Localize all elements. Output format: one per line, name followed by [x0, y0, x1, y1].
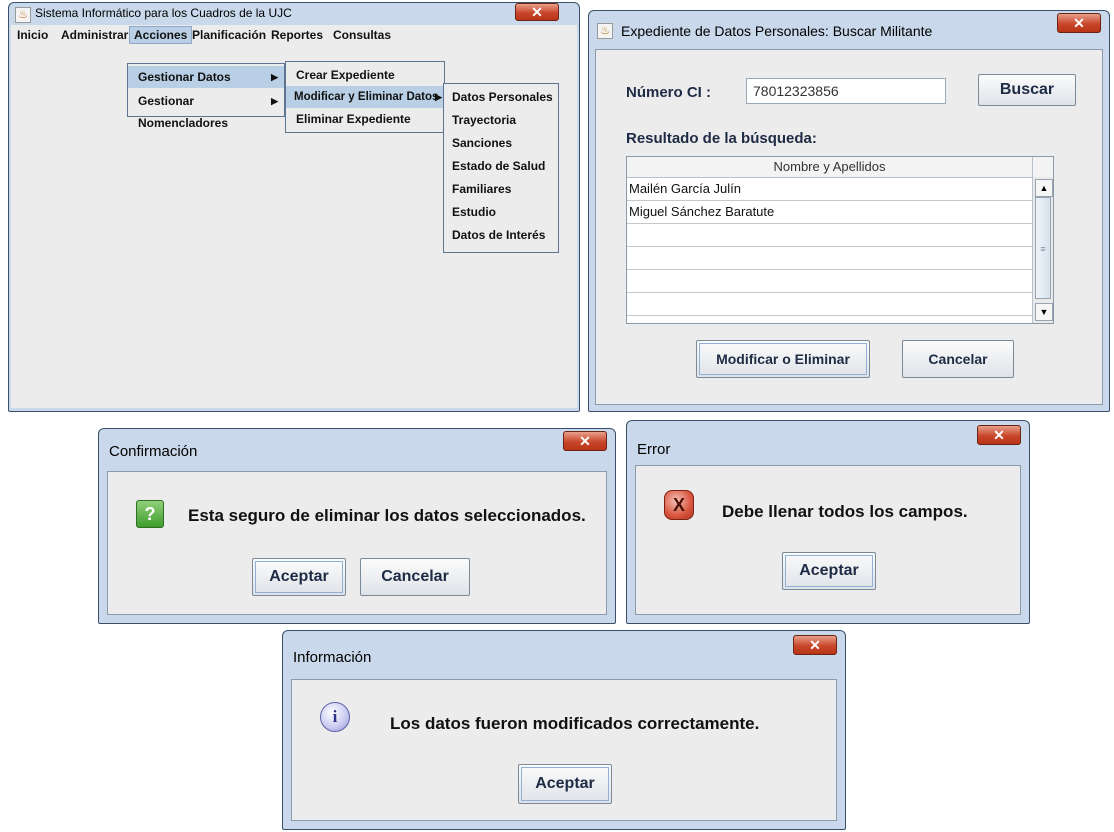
- menu-reportes[interactable]: Reportes: [267, 27, 327, 43]
- close-icon: ✕: [579, 433, 591, 449]
- cancel-button[interactable]: Cancelar: [360, 558, 470, 596]
- ci-input[interactable]: [746, 78, 946, 104]
- gestionar-datos-menu: Crear Expediente Modificar y Eliminar Da…: [285, 61, 445, 133]
- question-icon: ?: [136, 500, 164, 528]
- menu-item-estado-salud[interactable]: Estado de Salud: [444, 155, 558, 177]
- search-window-title: Expediente de Datos Personales: Buscar M…: [621, 23, 933, 39]
- menu-item-gestionar-datos[interactable]: Gestionar Datos ▶: [128, 66, 284, 88]
- close-icon: ✕: [809, 637, 821, 653]
- vertical-scrollbar[interactable]: ▲ ≡ ▼: [1032, 177, 1053, 323]
- close-icon: ✕: [531, 4, 543, 20]
- scroll-thumb[interactable]: ≡: [1035, 197, 1051, 299]
- menu-item-label: Eliminar Expediente: [296, 112, 411, 126]
- accept-button[interactable]: Aceptar: [518, 764, 612, 804]
- submenu-arrow-icon: ▶: [435, 92, 442, 102]
- results-table: Nombre y Apellidos Mailén García Julín M…: [626, 156, 1054, 324]
- close-icon: ✕: [1073, 15, 1085, 31]
- menu-item-datos-personales[interactable]: Datos Personales: [444, 86, 558, 108]
- menu-bar: Inicio Administrar Acciones Planificació…: [11, 25, 577, 45]
- java-app-icon: ♨: [15, 7, 31, 23]
- table-row[interactable]: Miguel Sánchez Baratute: [627, 201, 1032, 224]
- error-dialog-body: X Debe llenar todos los campos. Aceptar: [635, 465, 1021, 615]
- search-window: ♨ Expediente de Datos Personales: Buscar…: [588, 10, 1110, 412]
- search-button[interactable]: Buscar: [978, 74, 1076, 106]
- table-header[interactable]: Nombre y Apellidos: [627, 157, 1032, 178]
- error-dialog: Error ✕ X Debe llenar todos los campos. …: [626, 420, 1030, 624]
- info-dialog-body: i Los datos fueron modificados correctam…: [291, 679, 837, 821]
- scroll-up-icon[interactable]: ▲: [1035, 179, 1053, 197]
- menu-item-label: Modificar y Eliminar Datos: [294, 91, 439, 103]
- submenu-arrow-icon: ▶: [271, 96, 278, 106]
- close-button[interactable]: ✕: [563, 431, 607, 451]
- info-icon: i: [320, 702, 350, 732]
- menu-item-estudio[interactable]: Estudio: [444, 201, 558, 223]
- menu-item-datos-interes[interactable]: Datos de Interés: [444, 224, 558, 246]
- close-button[interactable]: ✕: [793, 635, 837, 655]
- menu-item-eliminar-expediente[interactable]: Eliminar Expediente: [286, 108, 444, 130]
- menu-inicio[interactable]: Inicio: [13, 27, 52, 43]
- table-row[interactable]: [627, 224, 1032, 247]
- menu-item-sanciones[interactable]: Sanciones: [444, 132, 558, 154]
- info-dialog: Información ✕ i Los datos fueron modific…: [282, 630, 846, 830]
- confirm-message: Esta seguro de eliminar los datos selecc…: [188, 506, 586, 525]
- close-icon: ✕: [993, 427, 1005, 443]
- results-label: Resultado de la búsqueda:: [626, 130, 817, 147]
- close-button[interactable]: ✕: [977, 425, 1021, 445]
- close-button[interactable]: ✕: [515, 3, 559, 21]
- menu-item-trayectoria[interactable]: Trayectoria: [444, 109, 558, 131]
- confirm-dialog-title: Confirmación: [109, 443, 198, 460]
- menu-item-modificar-eliminar[interactable]: Modificar y Eliminar Datos ▶: [286, 86, 444, 108]
- menu-item-label: Crear Expediente: [296, 68, 395, 82]
- menu-planificacion[interactable]: Planificación: [188, 27, 270, 43]
- menu-item-crear-expediente[interactable]: Crear Expediente: [286, 64, 444, 86]
- menu-item-label: Gestionar Datos: [138, 70, 231, 84]
- java-app-icon: ♨: [597, 23, 613, 39]
- menu-item-gestionar-nomencladores[interactable]: Gestionar Nomencladores ▶: [128, 90, 284, 130]
- table-row[interactable]: [627, 293, 1032, 316]
- header-corner: [1032, 157, 1053, 178]
- confirm-dialog: Confirmación ✕ ? Esta seguro de eliminar…: [98, 428, 616, 624]
- info-message: Los datos fueron modificados correctamen…: [390, 714, 760, 733]
- accept-button[interactable]: Aceptar: [782, 552, 876, 590]
- menu-acciones[interactable]: Acciones: [129, 26, 193, 44]
- menu-consultas[interactable]: Consultas: [329, 27, 395, 43]
- submenu-arrow-icon: ▶: [271, 72, 278, 82]
- table-rows: Mailén García Julín Miguel Sánchez Barat…: [627, 178, 1032, 316]
- table-row[interactable]: Mailén García Julín: [627, 178, 1032, 201]
- accept-button[interactable]: Aceptar: [252, 558, 346, 596]
- error-icon: X: [664, 490, 694, 520]
- main-window: ♨ Sistema Informático para los Cuadros d…: [8, 2, 580, 412]
- table-row[interactable]: [627, 247, 1032, 270]
- table-row[interactable]: [627, 270, 1032, 293]
- scroll-down-icon[interactable]: ▼: [1035, 303, 1053, 321]
- ci-label: Número CI :: [626, 84, 712, 101]
- error-message: Debe llenar todos los campos.: [722, 502, 968, 521]
- menu-administrar[interactable]: Administrar: [57, 27, 132, 43]
- menu-item-label: Gestionar Nomencladores: [138, 94, 229, 130]
- modify-or-delete-button[interactable]: Modificar o Eliminar: [696, 340, 870, 378]
- info-dialog-title: Información: [293, 649, 372, 666]
- close-button[interactable]: ✕: [1057, 13, 1101, 33]
- menu-item-familiares[interactable]: Familiares: [444, 178, 558, 200]
- main-window-title: Sistema Informático para los Cuadros de …: [35, 6, 292, 20]
- cancel-button[interactable]: Cancelar: [902, 340, 1014, 378]
- acciones-menu: Gestionar Datos ▶ Gestionar Nomencladore…: [127, 63, 285, 130]
- search-form: Número CI : Buscar Resultado de la búsqu…: [595, 49, 1103, 405]
- modificar-datos-menu: Datos Personales Trayectoria Sanciones E…: [443, 83, 559, 253]
- error-dialog-title: Error: [637, 441, 671, 458]
- confirm-dialog-body: ? Esta seguro de eliminar los datos sele…: [107, 471, 607, 615]
